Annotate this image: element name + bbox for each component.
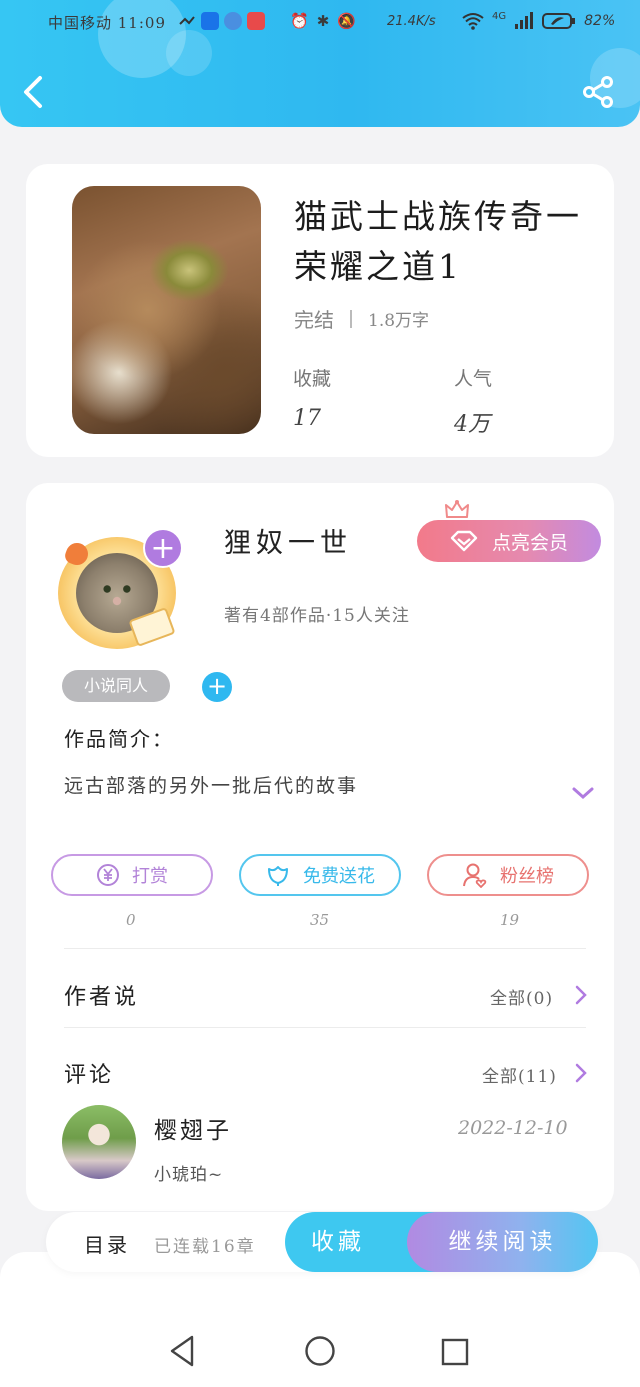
continue-reading-button[interactable]: 继续阅读	[407, 1212, 598, 1272]
yen-icon	[97, 864, 119, 886]
chevron-right-icon	[575, 985, 587, 1005]
search-app-notification-icon	[247, 12, 265, 30]
diamond-icon	[450, 530, 478, 552]
author-card: + 狸奴一世 著有4部作品·15人关注 点亮会员 小说同人 + 作品简介： 远古…	[26, 483, 614, 1211]
serial-status: 已连载16章	[154, 1237, 256, 1257]
intro-text: 远古部落的另外一批后代的故事	[64, 775, 359, 797]
back-button[interactable]	[20, 74, 50, 110]
add-tag-button[interactable]: +	[202, 672, 232, 702]
fans-count: 19	[500, 911, 520, 929]
top-header: 中国移动 11:09 ⏰ ✱ 🔕 21.4K/s 4G 82%	[0, 0, 640, 127]
net-speed: 21.4K/s	[387, 14, 436, 29]
chevron-down-icon[interactable]	[570, 783, 596, 803]
share-icon	[583, 76, 613, 108]
signal-icon	[515, 12, 534, 29]
book-word-count: 1.8万字	[368, 311, 430, 331]
nav-home-icon[interactable]	[304, 1335, 336, 1367]
favorites-value: 17	[293, 406, 321, 431]
author-says-label: 作者说	[64, 985, 140, 1010]
missed-call-icon	[178, 12, 196, 30]
category-tag[interactable]: 小说同人	[62, 670, 170, 702]
app-notification-icon	[201, 12, 219, 30]
share-button[interactable]	[580, 74, 616, 110]
book-title: 猫武士战族传奇一荣耀之道1	[294, 197, 582, 286]
battery-saver-icon	[542, 13, 576, 29]
popularity-value: 4万	[454, 412, 490, 437]
network-type: 4G	[492, 10, 507, 22]
system-status-icons: ⏰ ✱ 🔕	[290, 12, 356, 30]
tip-count: 0	[126, 911, 136, 929]
author-summary: 著有4部作品·15人关注	[224, 606, 410, 626]
book-meta: 完结 1.8万字	[294, 304, 429, 333]
battery-percentage: 82%	[584, 13, 616, 29]
vip-button-label: 点亮会员	[491, 531, 568, 554]
browser-notification-icon	[224, 12, 242, 30]
tip-button[interactable]: 打赏	[51, 854, 213, 896]
favorites-label: 收藏	[293, 368, 332, 390]
fan-ranking-icon	[463, 863, 487, 888]
connectivity-status: 4G 82%	[462, 10, 616, 30]
nav-back-icon[interactable]	[168, 1334, 198, 1368]
book-info-card: 猫武士战族传奇一荣耀之道1 完结 1.8万字 收藏 17 人气 4万	[26, 164, 614, 457]
bluetooth-icon: ✱	[316, 12, 330, 30]
comments-all-link[interactable]: 全部(11)	[482, 1062, 557, 1087]
fan-ranking-button[interactable]: 粉丝榜	[427, 854, 589, 896]
bottom-action-bar: 目录 已连载16章 收藏 继续阅读	[46, 1212, 598, 1272]
toc-button[interactable]: 目录	[84, 1229, 130, 1258]
follow-author-button[interactable]: +	[143, 528, 183, 568]
popularity-label: 人气	[454, 368, 493, 390]
comments-label: 评论	[64, 1063, 115, 1088]
chevron-left-icon	[24, 76, 42, 108]
comment-text: 小琥珀~	[154, 1165, 224, 1185]
avatar[interactable]	[62, 1105, 136, 1179]
book-cover-image[interactable]	[72, 186, 261, 434]
meta-divider	[350, 309, 352, 328]
notification-icons	[178, 12, 265, 30]
fan-ranking-label: 粉丝榜	[500, 866, 554, 887]
intro-label: 作品简介：	[64, 727, 174, 751]
comment-date: 2022-12-10	[458, 1117, 568, 1139]
status-bar: 中国移动 11:09 ⏰ ✱ 🔕 21.4K/s 4G 82%	[0, 0, 640, 44]
divider	[64, 1027, 586, 1028]
crown-icon	[445, 500, 469, 518]
send-flower-button[interactable]: 免费送花	[239, 854, 401, 896]
author-name: 狸奴一世	[224, 528, 352, 559]
system-navigation-bar	[0, 1312, 640, 1387]
wifi-icon	[462, 13, 484, 30]
tip-button-label: 打赏	[132, 866, 168, 887]
comment-username[interactable]: 樱翅子	[154, 1111, 232, 1145]
flower-count: 35	[310, 911, 330, 929]
book-status: 完结	[294, 308, 334, 332]
flower-icon	[268, 866, 288, 886]
divider	[64, 948, 586, 949]
chevron-right-icon	[575, 1063, 587, 1083]
mute-icon: 🔕	[337, 12, 356, 30]
carrier-time: 中国移动 11:09	[48, 14, 166, 32]
nav-recent-apps-icon[interactable]	[441, 1338, 469, 1366]
send-flower-label: 免费送花	[303, 866, 375, 887]
alarm-icon: ⏰	[290, 12, 309, 30]
author-says-all-link[interactable]: 全部(0)	[490, 984, 553, 1009]
vip-button[interactable]: 点亮会员	[417, 520, 601, 562]
